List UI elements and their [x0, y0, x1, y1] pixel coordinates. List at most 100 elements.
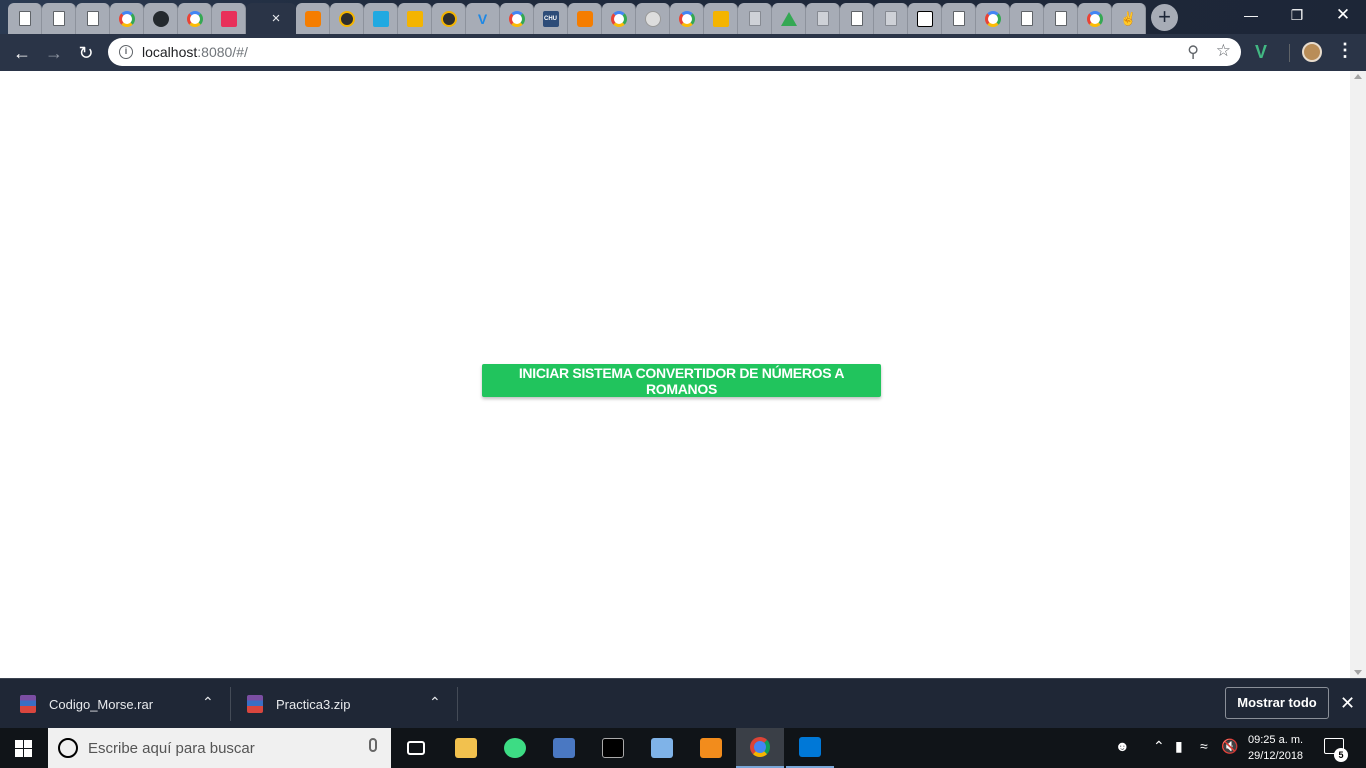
- vertical-scrollbar[interactable]: [1350, 71, 1366, 678]
- tab[interactable]: [1044, 3, 1078, 34]
- terminal-icon[interactable]: [589, 728, 637, 768]
- tab[interactable]: [908, 3, 942, 34]
- tab[interactable]: [670, 3, 704, 34]
- tab[interactable]: V: [466, 3, 500, 34]
- chrome-taskbar-icon[interactable]: [736, 728, 784, 768]
- download-item[interactable]: Practica3.zip ⌃: [247, 679, 457, 729]
- restore-icon[interactable]: ❐: [1274, 0, 1320, 30]
- tab[interactable]: [840, 3, 874, 34]
- virtualbox-icon[interactable]: [638, 728, 686, 768]
- tab[interactable]: CHU: [534, 3, 568, 34]
- tab[interactable]: [602, 3, 636, 34]
- start-converter-button[interactable]: INICIAR SISTEMA CONVERTIDOR DE NÚMEROS A…: [482, 364, 881, 397]
- page-icon: [850, 11, 863, 26]
- file-explorer-icon[interactable]: [442, 728, 490, 768]
- tab[interactable]: [398, 3, 432, 34]
- tab[interactable]: [1078, 3, 1112, 34]
- tab[interactable]: [806, 3, 840, 34]
- tab[interactable]: [296, 3, 330, 34]
- bookmark-star-icon[interactable]: ☆: [1216, 41, 1231, 61]
- stack-icon: [712, 10, 729, 27]
- search-placeholder: Escribe aquí para buscar: [88, 740, 255, 757]
- battery-icon[interactable]: ▮: [1175, 738, 1183, 755]
- menu-icon[interactable]: ⋮: [1336, 40, 1354, 61]
- close-shelf-icon[interactable]: ✕: [1340, 693, 1355, 714]
- task-view-icon[interactable]: [392, 728, 440, 768]
- archive-icon: [20, 695, 36, 713]
- blogger-icon: [576, 10, 593, 27]
- sublime-text-icon[interactable]: [687, 728, 735, 768]
- tab[interactable]: [1010, 3, 1044, 34]
- vscode-icon[interactable]: [786, 728, 834, 768]
- page-icon: [86, 11, 99, 26]
- download-divider: [230, 687, 231, 721]
- chevron-up-icon[interactable]: ⌃: [1153, 738, 1165, 755]
- show-all-downloads-button[interactable]: Mostrar todo: [1225, 687, 1329, 719]
- tab-active[interactable]: ×: [246, 3, 296, 34]
- scroll-down-icon[interactable]: [1354, 670, 1362, 675]
- bird-icon: [372, 10, 389, 27]
- download-item[interactable]: Codigo_Morse.rar ⌃: [20, 679, 230, 729]
- tab[interactable]: [8, 3, 42, 34]
- close-tab-icon[interactable]: ×: [272, 11, 281, 26]
- info-icon[interactable]: i: [119, 45, 133, 59]
- google-icon: [678, 10, 695, 27]
- windows-start-icon[interactable]: [15, 740, 32, 757]
- cow-icon: [916, 10, 933, 27]
- profile-avatar[interactable]: [1302, 42, 1322, 62]
- system-clock[interactable]: 09:25 a. m. 29/12/2018: [1248, 732, 1303, 764]
- chu-icon: CHU: [542, 10, 559, 27]
- new-tab-button[interactable]: +: [1151, 4, 1178, 31]
- tab[interactable]: ✌: [1112, 3, 1146, 34]
- people-icon[interactable]: ☻: [1115, 738, 1130, 754]
- download-filename: Practica3.zip: [276, 696, 351, 712]
- tab[interactable]: [76, 3, 110, 34]
- tab[interactable]: [432, 3, 466, 34]
- close-window-icon[interactable]: ✕: [1320, 0, 1366, 30]
- tab[interactable]: [636, 3, 670, 34]
- page-icon: [816, 11, 829, 26]
- tab[interactable]: [942, 3, 976, 34]
- url-path: :8080/#/: [197, 44, 248, 60]
- url-text[interactable]: localhost:8080/#/: [142, 44, 248, 60]
- chevron-up-icon[interactable]: ⌃: [202, 694, 214, 711]
- android-studio-icon[interactable]: [491, 728, 539, 768]
- cortana-icon[interactable]: [58, 738, 78, 758]
- microphone-icon[interactable]: [369, 738, 377, 752]
- browser-tab-strip: × V CHU ✌ + — ❐ ✕: [0, 0, 1366, 34]
- tab[interactable]: [144, 3, 178, 34]
- tab[interactable]: [874, 3, 908, 34]
- tab-list: × V CHU ✌: [8, 3, 1146, 34]
- chevron-up-icon[interactable]: ⌃: [429, 694, 441, 711]
- back-icon[interactable]: ←: [9, 40, 35, 66]
- page-viewport: INICIAR SISTEMA CONVERTIDOR DE NÚMEROS A…: [0, 71, 1350, 678]
- volume-muted-icon[interactable]: 🔇: [1221, 738, 1238, 755]
- tab[interactable]: [42, 3, 76, 34]
- taskbar-search-box[interactable]: Escribe aquí para buscar: [48, 728, 391, 768]
- page-icon: [18, 11, 31, 26]
- blogger-icon: [304, 10, 321, 27]
- tab[interactable]: [738, 3, 772, 34]
- tab[interactable]: [364, 3, 398, 34]
- tab[interactable]: [178, 3, 212, 34]
- forward-icon[interactable]: →: [41, 40, 67, 66]
- vue-devtools-icon[interactable]: V: [1255, 42, 1267, 63]
- v-icon: V: [477, 10, 488, 27]
- tab[interactable]: [976, 3, 1010, 34]
- reload-icon[interactable]: ↻: [73, 40, 99, 66]
- minimize-icon[interactable]: —: [1228, 0, 1274, 30]
- zoom-icon[interactable]: ⚲: [1187, 42, 1199, 62]
- download-filename: Codigo_Morse.rar: [49, 696, 154, 712]
- tab[interactable]: [212, 3, 246, 34]
- tab[interactable]: [704, 3, 738, 34]
- tab[interactable]: [110, 3, 144, 34]
- tab[interactable]: [500, 3, 534, 34]
- network-tool-icon[interactable]: [540, 728, 588, 768]
- wifi-icon[interactable]: ≈: [1200, 738, 1208, 754]
- scroll-up-icon[interactable]: [1354, 74, 1362, 79]
- drive-icon: [780, 11, 797, 26]
- address-bar[interactable]: i localhost:8080/#/ ⚲ ☆: [108, 38, 1241, 66]
- tab[interactable]: [568, 3, 602, 34]
- tab[interactable]: [772, 3, 806, 34]
- tab[interactable]: [330, 3, 364, 34]
